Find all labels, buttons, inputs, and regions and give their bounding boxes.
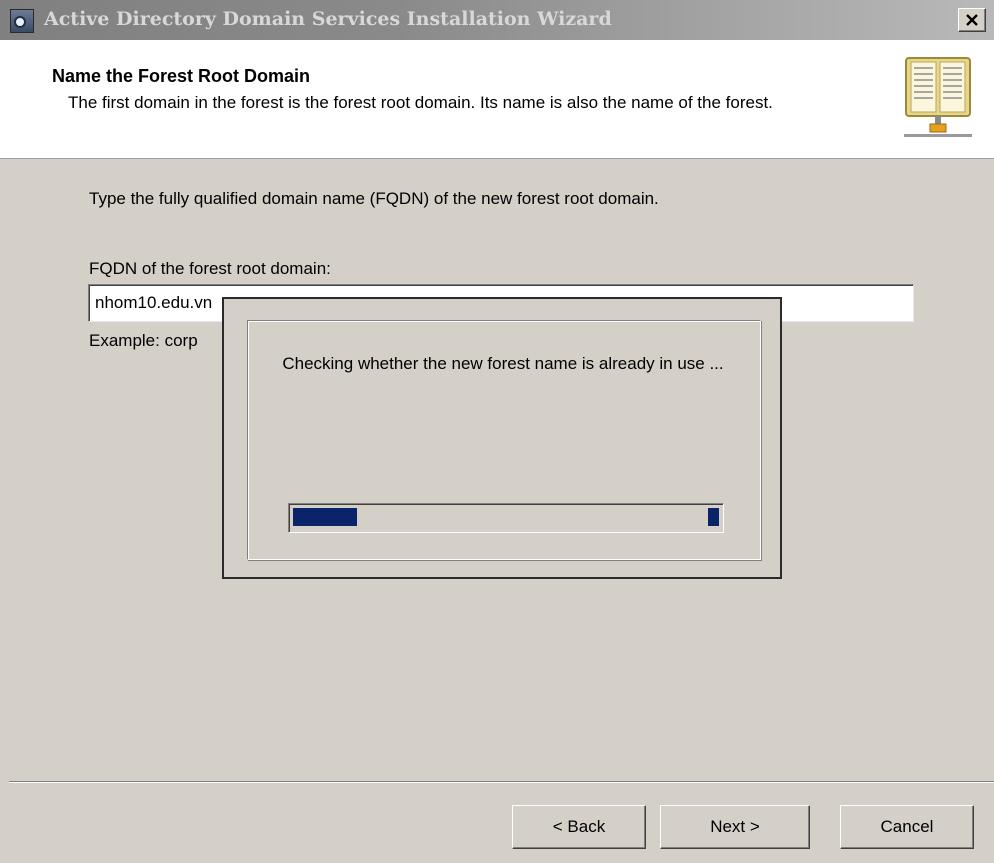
close-icon: [966, 14, 978, 26]
wizard-header: Name the Forest Root Domain The first do…: [0, 40, 994, 159]
close-button[interactable]: [958, 8, 986, 32]
title-bar: Active Directory Domain Services Install…: [0, 0, 994, 40]
fqdn-label: FQDN of the forest root domain:: [89, 259, 331, 278]
directory-book-icon: [904, 57, 972, 137]
next-button[interactable]: Next >: [660, 805, 810, 849]
progress-panel: Checking whether the new forest name is …: [247, 320, 761, 560]
window-title: Active Directory Domain Services Install…: [44, 8, 612, 30]
wizard-app-icon: [10, 9, 34, 33]
progress-bar: [288, 503, 724, 533]
progress-dialog: Checking whether the new forest name is …: [222, 297, 782, 579]
progress-tail-block: [708, 508, 719, 526]
instruction-text: Type the fully qualified domain name (FQ…: [89, 189, 659, 208]
page-title: Name the Forest Root Domain: [52, 66, 311, 86]
example-text: Example: corp: [89, 331, 198, 350]
page-description: The first domain in the forest is the fo…: [68, 93, 773, 112]
progress-fill: [293, 508, 357, 526]
back-button[interactable]: < Back: [512, 805, 646, 849]
footer-separator: [9, 781, 994, 783]
cancel-button[interactable]: Cancel: [840, 805, 974, 849]
progress-message: Checking whether the new forest name is …: [282, 354, 724, 373]
